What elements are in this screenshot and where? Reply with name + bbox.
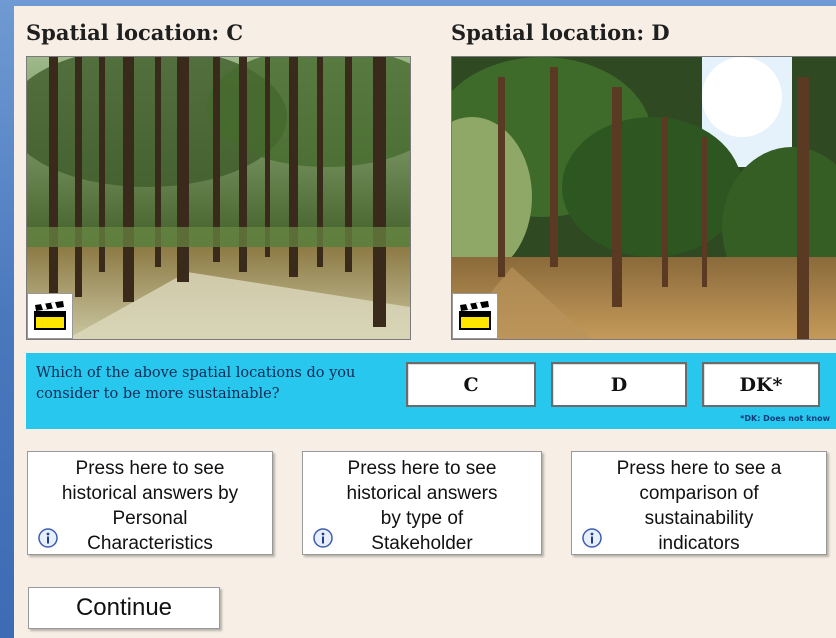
option-c-button[interactable]: C	[406, 362, 536, 407]
historical-stakeholder-button[interactable]: Press here to see historical answers by …	[302, 451, 542, 555]
question-band: Which of the above spatial locations do …	[26, 353, 836, 429]
comparison-indicators-label: Press here to see a comparison of sustai…	[616, 458, 782, 554]
info-icon	[38, 528, 58, 548]
continue-button[interactable]: Continue	[28, 587, 220, 629]
option-d-button[interactable]: D	[551, 362, 687, 407]
comparison-indicators-button[interactable]: Press here to see a comparison of sustai…	[571, 451, 827, 555]
dk-footnote: *DK: Does not know	[740, 414, 830, 423]
info-icon	[313, 528, 333, 548]
location-c-title: Spatial location: C	[26, 20, 244, 45]
survey-panel: Spatial location: C Spatial location: D	[14, 6, 836, 638]
historical-personal-label: Press here to see historical answers by …	[61, 458, 239, 554]
info-icon	[582, 528, 602, 548]
clapperboard-icon[interactable]	[452, 293, 498, 339]
location-d-title: Spatial location: D	[451, 20, 670, 45]
historical-personal-button[interactable]: Press here to see historical answers by …	[27, 451, 273, 555]
location-d-photo	[451, 56, 836, 340]
location-c-photo	[26, 56, 411, 340]
historical-stakeholder-label: Press here to see historical answers by …	[346, 458, 498, 554]
clapperboard-icon[interactable]	[27, 293, 73, 339]
option-dk-button[interactable]: DK*	[702, 362, 820, 407]
question-text: Which of the above spatial locations do …	[36, 365, 356, 402]
